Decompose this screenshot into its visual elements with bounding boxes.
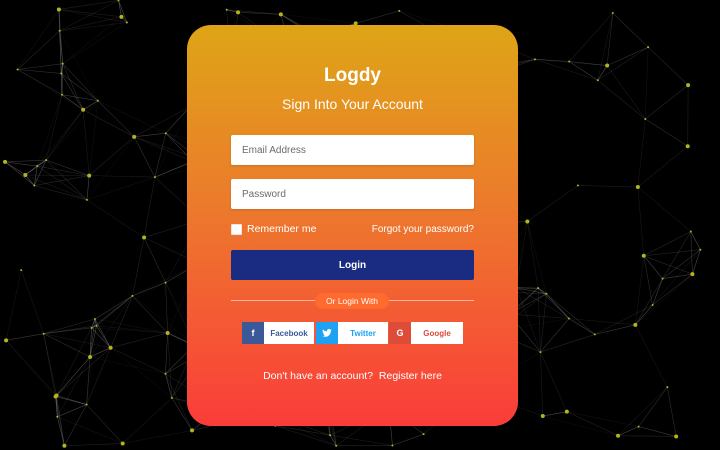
email-field[interactable] (231, 135, 474, 165)
or-login-with-label: Or Login With (315, 293, 389, 309)
facebook-login-button[interactable]: f Facebook (242, 322, 314, 344)
signup-prompt: Don't have an account? Register here (187, 370, 518, 382)
remember-me-label: Remember me (247, 223, 317, 235)
signup-text: Don't have an account? (263, 370, 374, 382)
google-label: Google (423, 328, 451, 338)
login-card: Logdy Sign Into Your Account Remember me… (187, 25, 518, 426)
google-icon: G (389, 322, 411, 344)
remember-me-checkbox[interactable]: Remember me (231, 223, 316, 235)
facebook-icon: f (242, 322, 264, 344)
google-login-button[interactable]: G Google (389, 322, 463, 344)
twitter-login-button[interactable]: Twitter (316, 322, 388, 344)
page-title: Sign Into Your Account (282, 96, 423, 112)
twitter-label: Twitter (350, 328, 376, 338)
facebook-label: Facebook (270, 328, 308, 338)
register-link[interactable]: Register here (379, 370, 442, 382)
twitter-icon (316, 322, 338, 344)
checkbox-box[interactable] (231, 223, 242, 235)
password-field[interactable] (231, 179, 474, 209)
brand-logo: Logdy (324, 65, 381, 86)
login-button[interactable]: Login (231, 250, 474, 280)
forgot-password-link[interactable]: Forgot your password? (372, 224, 474, 235)
